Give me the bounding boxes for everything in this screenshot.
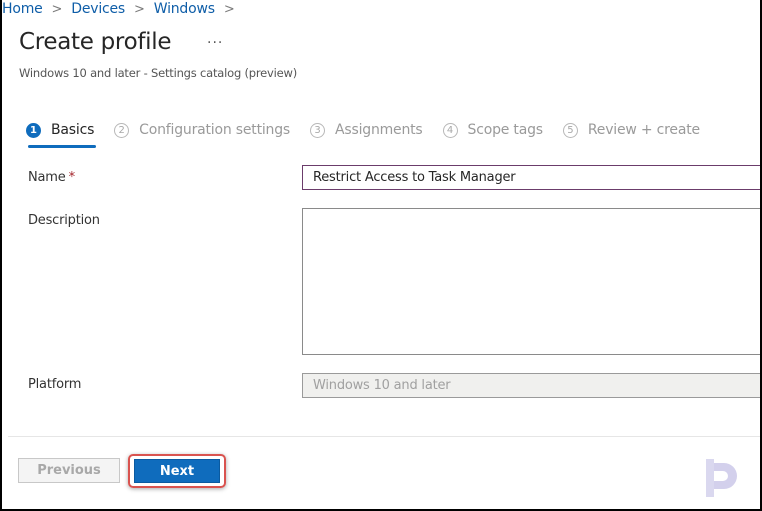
- page-title: Create profile: [19, 29, 172, 55]
- step-label: Basics: [51, 122, 95, 138]
- previous-button[interactable]: Previous: [18, 458, 120, 483]
- step-review-create[interactable]: 5 Review + create: [562, 122, 700, 138]
- name-label-text: Name: [28, 170, 66, 185]
- name-label: Name *: [28, 170, 75, 185]
- chevron-right-icon: >: [134, 1, 145, 17]
- step-scope-tags[interactable]: 4 Scope tags: [442, 122, 544, 138]
- watermark-logo-icon: [706, 459, 737, 497]
- breadcrumb-home[interactable]: Home: [2, 1, 43, 17]
- breadcrumb: Home > Devices > Windows >: [2, 1, 244, 17]
- step-number-icon: 3: [310, 122, 325, 138]
- name-input[interactable]: Restrict Access to Task Manager: [302, 165, 760, 190]
- step-configuration-settings[interactable]: 2 Configuration settings: [114, 122, 290, 138]
- footer-divider: [8, 436, 760, 437]
- chevron-right-icon: >: [223, 1, 235, 17]
- step-number-icon: 2: [114, 122, 130, 138]
- breadcrumb-devices[interactable]: Devices: [71, 1, 125, 17]
- step-number-icon: 5: [562, 122, 578, 138]
- step-number-icon: 4: [442, 122, 458, 138]
- wizard-steps: 1 Basics 2 Configuration settings 3 Assi…: [26, 122, 720, 148]
- required-marker: *: [68, 170, 76, 185]
- description-label: Description: [28, 213, 100, 228]
- step-number-icon: 1: [26, 122, 41, 138]
- platform-value: Windows 10 and later: [313, 378, 451, 393]
- step-basics[interactable]: 1 Basics: [26, 122, 97, 148]
- page-subtitle: Windows 10 and later - Settings catalog …: [19, 66, 298, 80]
- next-button-highlight: Next: [128, 454, 226, 488]
- platform-label: Platform: [28, 377, 82, 392]
- chevron-right-icon: >: [51, 1, 63, 17]
- step-label: Configuration settings: [139, 122, 290, 138]
- step-assignments[interactable]: 3 Assignments: [310, 122, 423, 138]
- name-input-value: Restrict Access to Task Manager: [313, 170, 516, 185]
- step-label: Assignments: [335, 122, 423, 138]
- create-profile-page: Home > Devices > Windows > Create profil…: [2, 0, 760, 509]
- more-options-icon[interactable]: ···: [207, 35, 223, 51]
- step-label: Review + create: [587, 122, 700, 138]
- breadcrumb-windows[interactable]: Windows: [154, 1, 215, 17]
- description-textarea[interactable]: [302, 208, 760, 355]
- platform-field: Windows 10 and later: [302, 373, 760, 398]
- step-label: Scope tags: [467, 122, 544, 138]
- next-button[interactable]: Next: [134, 459, 220, 483]
